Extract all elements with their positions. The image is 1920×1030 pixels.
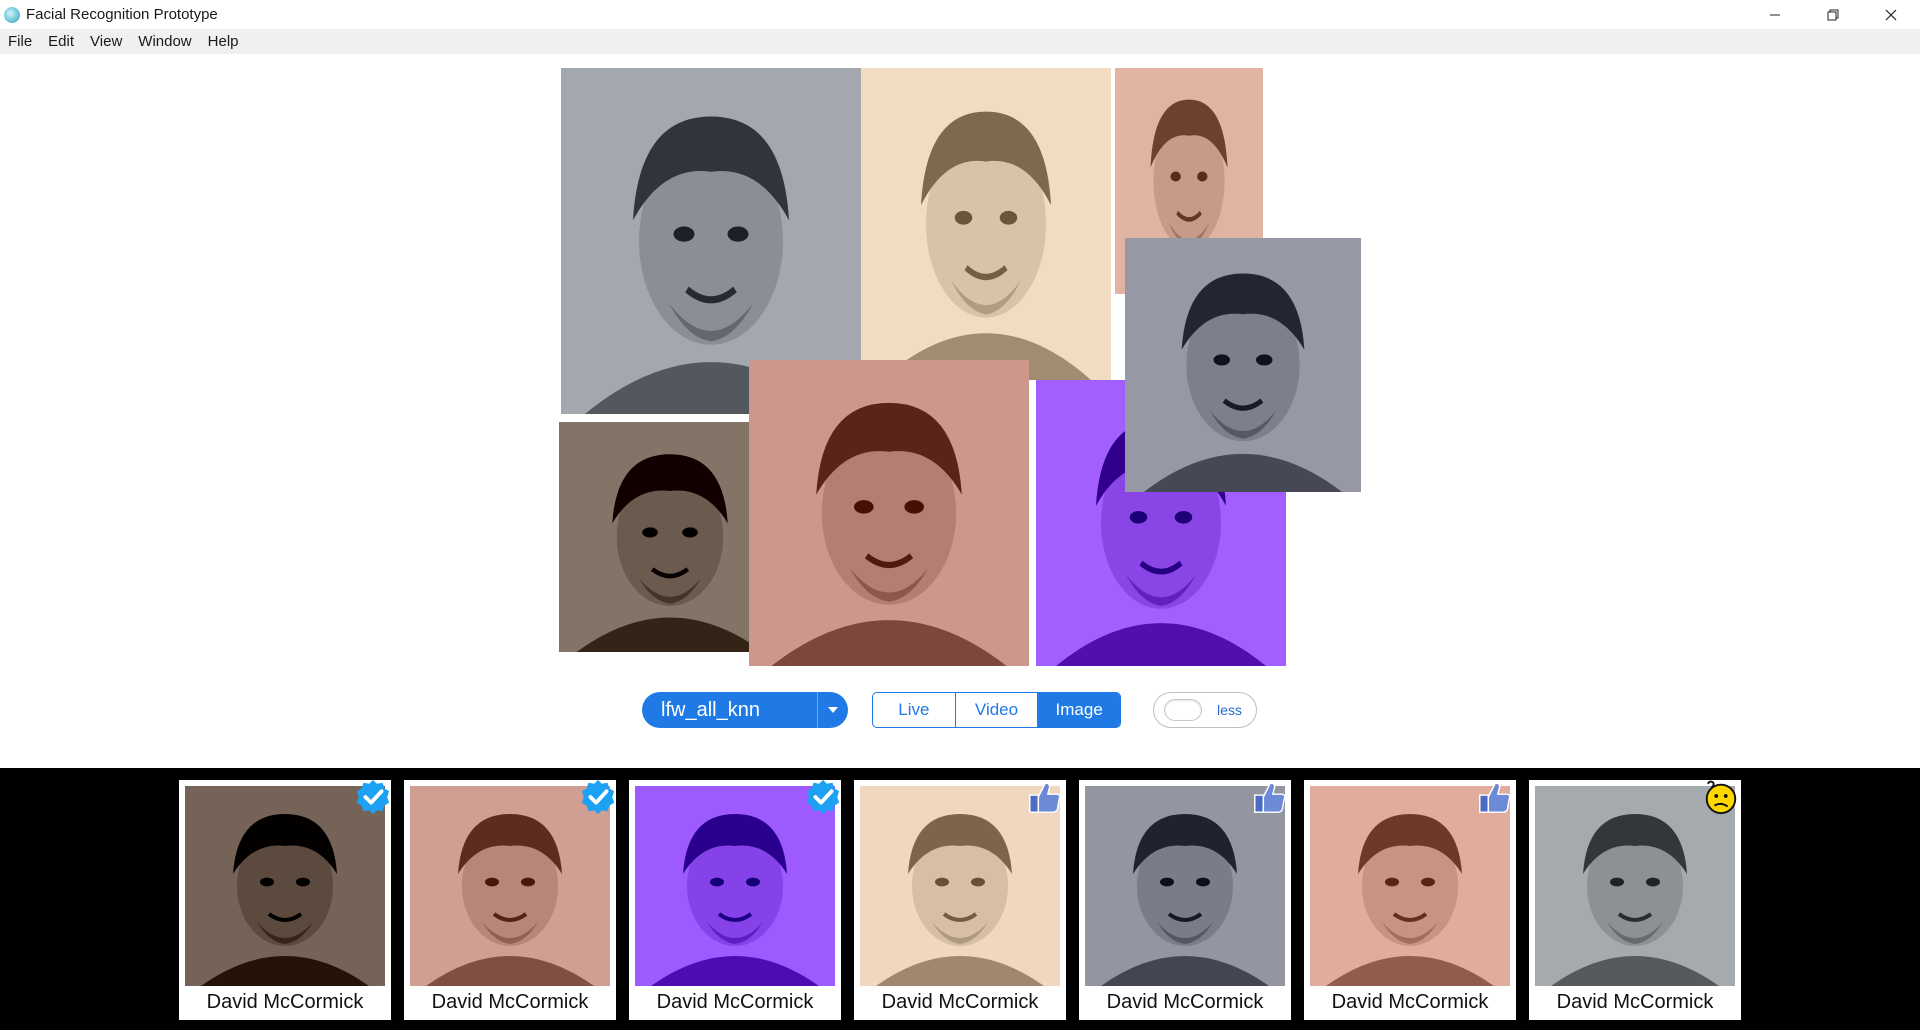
close-button[interactable] — [1862, 0, 1920, 29]
result-name: David McCormick — [1556, 991, 1714, 1013]
result-card[interactable]: David McCormick — [854, 780, 1066, 1020]
menu-help[interactable]: Help — [200, 33, 247, 50]
toggle-switch[interactable] — [1164, 699, 1202, 721]
result-card[interactable]: David McCormick — [1529, 780, 1741, 1020]
thumbs-up-icon — [1476, 778, 1514, 816]
restore-icon — [1827, 9, 1839, 20]
collage-photo — [749, 360, 1029, 666]
close-icon — [1885, 9, 1897, 20]
menu-edit[interactable]: Edit — [40, 33, 82, 50]
results-strip: David McCormick David McCormick David Mc… — [0, 768, 1920, 1030]
verified-check-icon — [579, 778, 617, 816]
result-photo — [1085, 786, 1285, 986]
caret-down-icon[interactable] — [818, 706, 848, 714]
window-controls — [1746, 0, 1920, 29]
confused-face-icon — [1702, 778, 1740, 816]
mode-tab-live[interactable]: Live — [873, 693, 956, 727]
minimize-button[interactable] — [1746, 0, 1804, 29]
model-select[interactable]: lfw_all_knn — [642, 692, 848, 728]
result-card[interactable]: David McCormick — [404, 778, 617, 1020]
result-name: David McCormick — [1331, 991, 1489, 1013]
result-card[interactable]: David McCormick — [629, 778, 842, 1020]
thumbs-up-icon — [1251, 778, 1289, 816]
result-name: David McCormick — [656, 991, 814, 1013]
less-toggle[interactable]: less — [1153, 692, 1257, 728]
result-name: David McCormick — [1106, 991, 1264, 1013]
verified-check-icon — [804, 778, 842, 816]
result-card[interactable]: David McCormick — [179, 778, 392, 1020]
collage-photo — [1125, 238, 1361, 492]
model-select-value: lfw_all_knn — [661, 698, 760, 721]
photo-collage — [559, 66, 1361, 668]
window-title: Facial Recognition Prototype — [26, 6, 218, 23]
collage-photo — [861, 68, 1111, 380]
result-name: David McCormick — [431, 991, 589, 1013]
toggle-label: less — [1217, 702, 1242, 718]
mode-tab-image[interactable]: Image — [1038, 693, 1120, 727]
result-photo — [185, 786, 385, 986]
mode-toggle-group: Live Video Image — [872, 692, 1121, 728]
thumbs-up-icon — [1026, 778, 1064, 816]
result-photo — [860, 786, 1060, 986]
result-photo — [410, 786, 610, 986]
minimize-icon — [1770, 14, 1780, 15]
globe-icon — [4, 6, 20, 23]
result-name: David McCormick — [206, 991, 364, 1013]
result-card[interactable]: David McCormick — [1079, 780, 1291, 1020]
result-photo — [1535, 786, 1735, 986]
result-card[interactable]: David McCormick — [1304, 780, 1516, 1020]
controls-bar: lfw_all_knn Live Video Image less — [0, 690, 1920, 730]
menu-view[interactable]: View — [82, 33, 130, 50]
mode-tab-video[interactable]: Video — [956, 693, 1039, 727]
verified-check-icon — [354, 778, 392, 816]
menu-bar: File Edit View Window Help — [0, 29, 1920, 54]
collage-photo — [559, 422, 781, 652]
title-bar: Facial Recognition Prototype — [0, 0, 1920, 29]
menu-file[interactable]: File — [0, 33, 40, 50]
menu-window[interactable]: Window — [130, 33, 199, 50]
restore-button[interactable] — [1804, 0, 1862, 29]
result-photo — [1310, 786, 1510, 986]
result-photo — [635, 786, 835, 986]
result-name: David McCormick — [881, 991, 1039, 1013]
